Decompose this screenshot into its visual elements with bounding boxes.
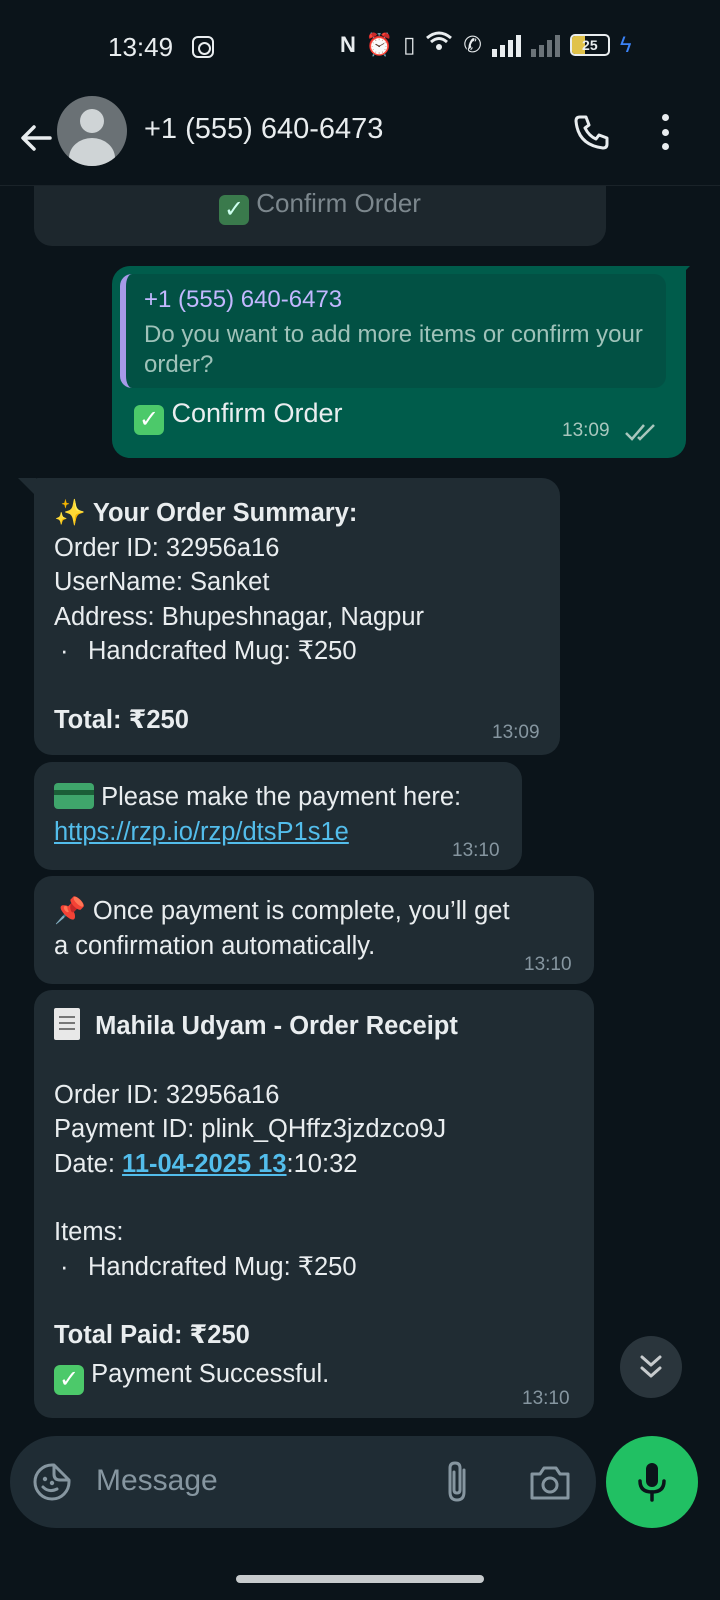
reply-text: ✓ Confirm Order bbox=[134, 398, 343, 435]
outgoing-message[interactable]: +1 (555) 640-6473 Do you want to add mor… bbox=[112, 266, 686, 458]
address: Address: Bhupeshnagar, Nagpur bbox=[54, 602, 424, 631]
check-mark-icon: ✓ bbox=[219, 195, 250, 225]
payment-text: Please make the payment here: bbox=[101, 783, 462, 811]
receipt-payment-id: Payment ID: plink_QHffz3jzdzco9J bbox=[54, 1115, 447, 1143]
sparkles-emoji-icon: ✨ bbox=[54, 499, 86, 527]
receipt-emoji-icon bbox=[54, 1008, 80, 1040]
signal-no-service-icon bbox=[530, 33, 560, 57]
message-input[interactable]: Message bbox=[96, 1464, 218, 1498]
receipt-order-id: Order ID: 32956a16 bbox=[54, 1080, 280, 1109]
back-arrow-icon[interactable] bbox=[16, 118, 56, 158]
pushpin-emoji-icon: 📌 bbox=[54, 897, 86, 925]
microphone-icon bbox=[638, 1463, 666, 1502]
receipt-title: Mahila Udyam - Order Receipt bbox=[95, 1012, 458, 1040]
status-bar: 13:49 N ⏰ ▯ ✆ 25 ϟ bbox=[0, 0, 720, 96]
status-time: 13:49 bbox=[108, 32, 174, 62]
payment-text-line: Please make the payment here: bbox=[54, 780, 461, 815]
notice-line-1: 📌 Once payment is complete, you’ll get bbox=[54, 897, 510, 925]
payment-status: Payment Successful. bbox=[91, 1359, 330, 1388]
quoted-message[interactable]: +1 (555) 640-6473 Do you want to add mor… bbox=[120, 274, 666, 388]
credit-card-emoji-icon bbox=[54, 783, 94, 809]
scroll-to-bottom-button[interactable] bbox=[620, 1336, 682, 1398]
receipt-title-line: Mahila Udyam - Order Receipt bbox=[54, 1008, 458, 1044]
username: UserName: Sanket bbox=[54, 568, 270, 596]
order-item: · Handcrafted Mug: ₹250 bbox=[60, 637, 357, 665]
battery-icon: 25 bbox=[569, 34, 610, 56]
message-time: 13:10 bbox=[522, 1388, 570, 1409]
receipt-items-label: Items: bbox=[54, 1218, 124, 1246]
order-summary-title-line: ✨ Your Order Summary: bbox=[54, 496, 424, 531]
message-time: 13:10 bbox=[524, 954, 572, 975]
payment-link-message[interactable]: Please make the payment here: https://rz… bbox=[34, 762, 522, 870]
contact-avatar[interactable] bbox=[57, 96, 127, 166]
date-link[interactable]: 11-04-2025 13 bbox=[122, 1150, 286, 1178]
double-chevron-down-icon bbox=[640, 1355, 662, 1378]
battery-level: 25 bbox=[582, 37, 598, 53]
charging-icon: ϟ bbox=[619, 32, 632, 57]
bubble-tail bbox=[672, 266, 690, 284]
double-check-read-icon bbox=[625, 424, 655, 441]
nfc-icon: N bbox=[340, 32, 356, 57]
check-mark-icon: ✓ bbox=[134, 405, 164, 435]
payment-link[interactable]: https://rzp.io/rzp/dtsP1s1e bbox=[54, 815, 461, 850]
chat-messages[interactable]: ✓ Confirm Order +1 (555) 640-6473 Do you… bbox=[0, 186, 720, 1466]
home-indicator[interactable] bbox=[236, 1575, 484, 1583]
chat-header: +1 (555) 640-6473 bbox=[0, 96, 720, 186]
receipt-item: · Handcrafted Mug: ₹250 bbox=[60, 1252, 357, 1281]
receipt-date: Date: 11-04-2025 13:10:32 bbox=[54, 1149, 358, 1178]
message-time: 13:10 bbox=[452, 840, 500, 861]
attachment-icon[interactable] bbox=[442, 1458, 474, 1506]
status-icons: N ⏰ ▯ ✆ 25 ϟ bbox=[340, 30, 632, 60]
contact-name[interactable]: +1 (555) 640-6473 bbox=[144, 113, 383, 146]
quick-reply-label: Confirm Order bbox=[256, 188, 421, 218]
order-summary-title: Your Order Summary: bbox=[92, 499, 358, 527]
camera-icon[interactable] bbox=[528, 1462, 572, 1502]
quoted-text: Do you want to add more items or confirm… bbox=[144, 321, 643, 378]
wifi-calling-icon: ✆ bbox=[463, 32, 482, 57]
voice-message-button[interactable] bbox=[606, 1436, 698, 1528]
message-time: 13:09 bbox=[492, 722, 540, 743]
message-time: 13:09 bbox=[562, 420, 610, 441]
notice-line-2: a confirmation automatically. bbox=[54, 931, 376, 960]
voice-call-icon[interactable] bbox=[570, 111, 612, 153]
vibrate-icon: ▯ bbox=[403, 32, 416, 57]
order-total: Total: ₹250 bbox=[54, 705, 189, 734]
sticker-emoji-icon[interactable] bbox=[32, 1462, 72, 1502]
payment-status-line: ✓ Payment Successful. bbox=[54, 1357, 458, 1395]
check-mark-icon: ✓ bbox=[54, 1364, 84, 1395]
order-id: Order ID: 32956a16 bbox=[54, 533, 280, 562]
payment-notice-message[interactable]: 📌 Once payment is complete, you’ll get a… bbox=[34, 876, 594, 984]
alarm-icon: ⏰ bbox=[365, 32, 394, 57]
confirm-order-quick-reply[interactable]: ✓ Confirm Order bbox=[34, 186, 606, 246]
instagram-notification-icon bbox=[192, 36, 214, 58]
order-summary-message[interactable]: ✨ Your Order Summary: Order ID: 32956a16… bbox=[34, 478, 560, 755]
signal-strength-icon bbox=[491, 33, 521, 57]
more-options-icon[interactable] bbox=[655, 110, 675, 154]
receipt-total-paid: Total Paid: ₹250 bbox=[54, 1321, 250, 1349]
order-receipt-message[interactable]: Mahila Udyam - Order Receipt Order ID: 3… bbox=[34, 990, 594, 1418]
message-input-bar[interactable]: Message bbox=[10, 1436, 596, 1528]
reply-label: Confirm Order bbox=[171, 398, 343, 428]
quoted-sender: +1 (555) 640-6473 bbox=[144, 286, 343, 313]
wifi-icon bbox=[425, 30, 453, 60]
